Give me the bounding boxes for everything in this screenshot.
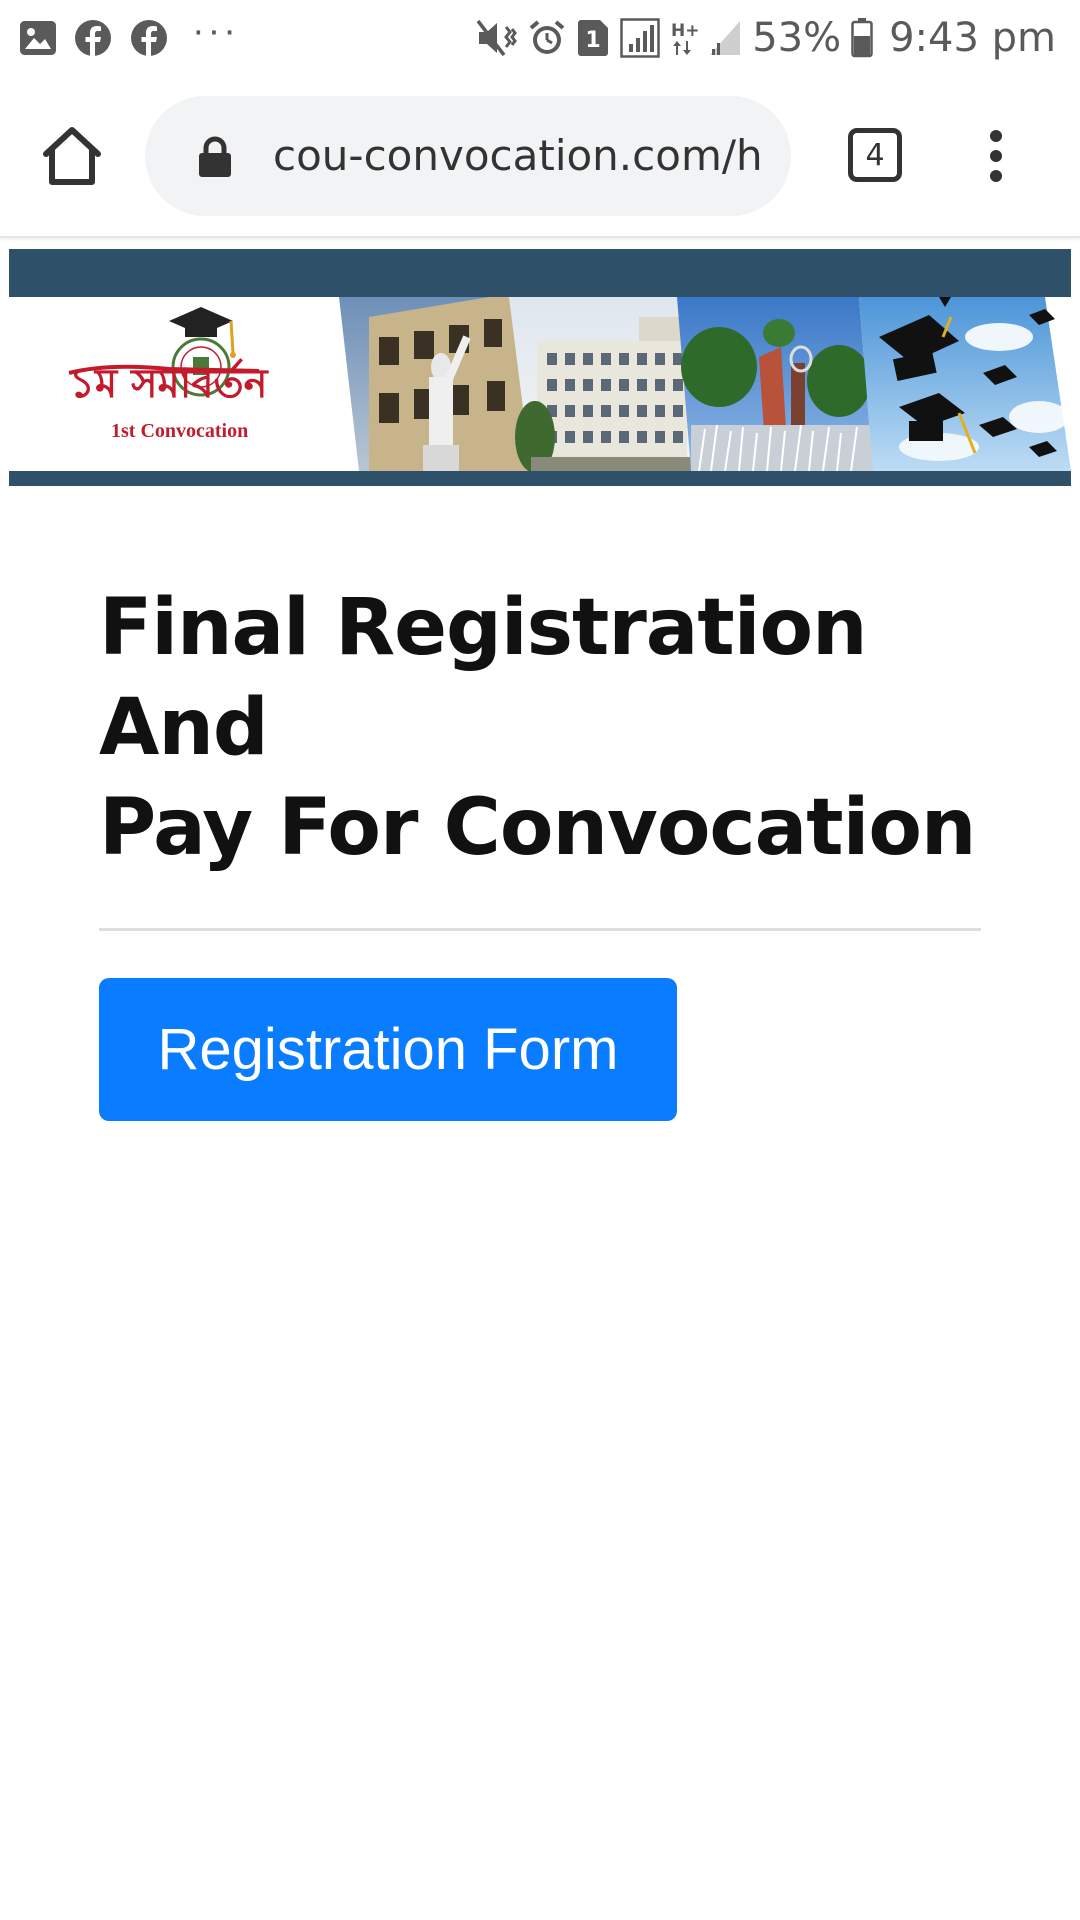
section-divider [99, 928, 981, 931]
photo-panel-heritage-building [339, 297, 531, 471]
signal-boxed-icon [620, 18, 660, 58]
tab-count: 4 [865, 137, 885, 173]
banner-content: ১ম সমাবর্তন 1st Convocation [9, 297, 1071, 471]
facebook-icon [74, 19, 112, 57]
alarm-icon [528, 19, 566, 57]
campus-photo-strip [339, 297, 1071, 471]
url-text[interactable]: cou-convocation.com/h [273, 128, 773, 184]
logo-english-text: 1st Convocation [111, 420, 248, 442]
status-bar: ··· 1 H+ 53% 9:43 pm [0, 0, 1080, 76]
status-bar-system: 1 H+ 53% 9:43 pm [476, 15, 1056, 61]
battery-percentage: 53% [752, 15, 842, 61]
lock-icon [197, 136, 233, 178]
more-notifications-indicator: ··· [192, 9, 239, 52]
clock: 9:43 pm [889, 15, 1056, 61]
address-bar[interactable]: cou-convocation.com/h [145, 96, 791, 216]
browser-menu-button[interactable] [978, 128, 1014, 184]
home-icon [43, 127, 101, 185]
tab-switcher-button[interactable]: 4 [848, 128, 902, 182]
registration-form-button[interactable]: Registration Form [99, 978, 677, 1121]
convocation-logo: ১ম সমাবর্তন 1st Convocation [9, 297, 349, 471]
main-content: Final Registration And Pay For Convocati… [99, 578, 981, 1121]
photo-panel-graduation-caps [859, 297, 1071, 471]
convocation-banner: ১ম সমাবর্তন 1st Convocation [9, 249, 1071, 486]
vibrate-mute-icon [476, 19, 518, 57]
page-title-line-2: Pay For Convocation [99, 783, 976, 873]
more-vert-icon [990, 130, 1002, 182]
battery-icon [851, 18, 873, 58]
page-title: Final Registration And Pay For Convocati… [99, 578, 981, 878]
logo-bengali-text: ১ম সমাবর্তন [69, 358, 270, 407]
sim-label: 1 [586, 28, 601, 53]
signal-weak-icon [708, 19, 742, 57]
sim-1-icon: 1 [576, 19, 610, 57]
network-label: H+ [671, 21, 698, 41]
photo-panel-academic-building [509, 297, 691, 471]
status-bar-notifications: ··· [20, 10, 239, 57]
photo-panel-monument [677, 297, 873, 471]
network-hplus-icon: H+ [670, 19, 698, 57]
facebook-icon [130, 19, 168, 57]
home-button[interactable] [40, 124, 104, 188]
browser-toolbar: cou-convocation.com/h 4 [0, 76, 1080, 238]
page-title-line-1: Final Registration And [99, 583, 868, 773]
gallery-icon [20, 21, 56, 55]
